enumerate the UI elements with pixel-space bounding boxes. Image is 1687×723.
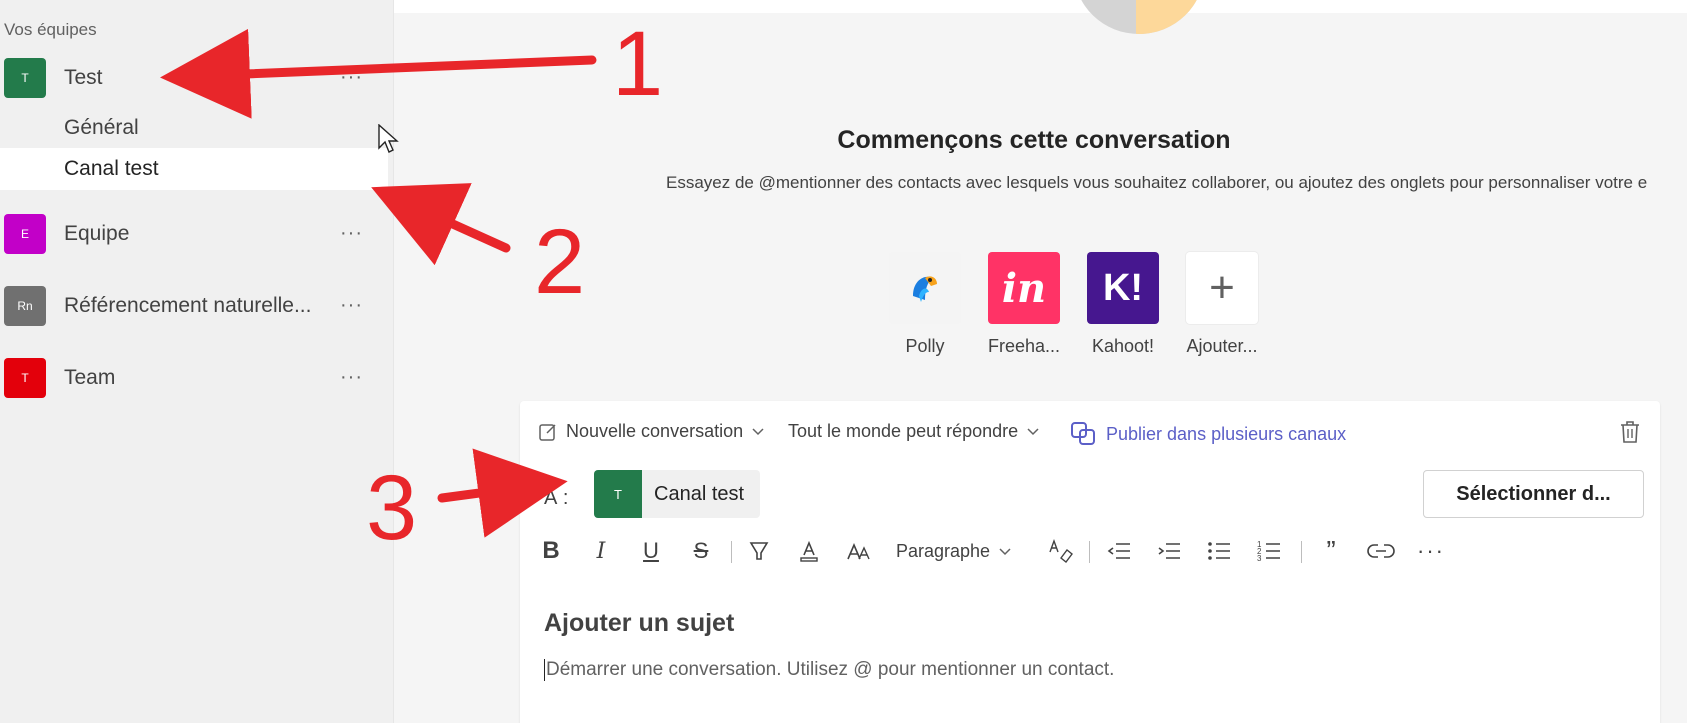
mouse-cursor-icon bbox=[378, 124, 399, 153]
arrow-1 bbox=[160, 28, 597, 119]
annotation-number-2: 2 bbox=[534, 211, 586, 313]
arrow-2 bbox=[371, 183, 511, 266]
annotation-arrows bbox=[160, 28, 597, 538]
annotation-number-1: 1 bbox=[612, 13, 664, 115]
annotation-number-3: 3 bbox=[366, 457, 418, 559]
arrow-3 bbox=[437, 448, 568, 538]
